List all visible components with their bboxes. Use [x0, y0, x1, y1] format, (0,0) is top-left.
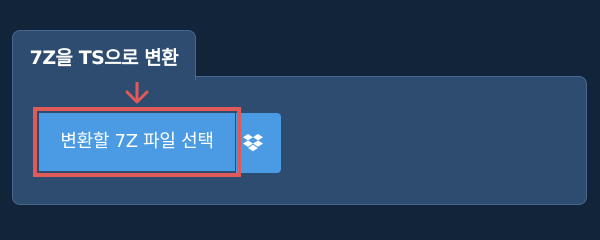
tab-title: 7Z을 TS으로 변환: [29, 47, 179, 69]
choose-file-button[interactable]: 변환할 7Z 파일 선택: [39, 113, 235, 171]
dropbox-button[interactable]: [236, 113, 281, 173]
converter-widget: 7Z을 TS으로 변환 변환할 7Z 파일 선택: [0, 0, 600, 230]
converter-tab: 7Z을 TS으로 변환: [12, 30, 196, 80]
arrow-down-icon: [125, 82, 149, 104]
dropbox-icon: [243, 134, 263, 152]
tab-panel-join: [13, 74, 195, 78]
